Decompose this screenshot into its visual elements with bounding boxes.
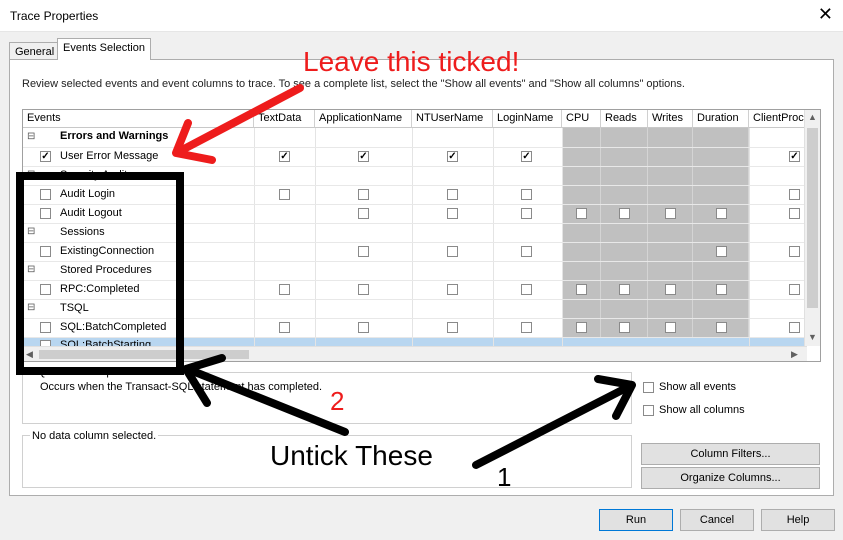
- annotation-leave-ticked: Leave this ticked!: [303, 46, 520, 77]
- trace-properties-dialog: Trace Properties ✕ General Events Select…: [0, 0, 843, 540]
- annotation-number-1: 1: [497, 462, 512, 492]
- annotation-number-2: 2: [330, 386, 345, 416]
- black-arrow-1-shaft: [472, 382, 634, 469]
- black-highlight-box: [16, 172, 184, 375]
- tab-events-selection-label: Events Selection: [63, 42, 145, 54]
- tab-events-selection[interactable]: Events Selection: [57, 38, 151, 60]
- annotation-untick-these: Untick These: [270, 440, 433, 471]
- red-arrow-shaft: [178, 84, 304, 154]
- black-arrow-2-shaft: [186, 366, 349, 436]
